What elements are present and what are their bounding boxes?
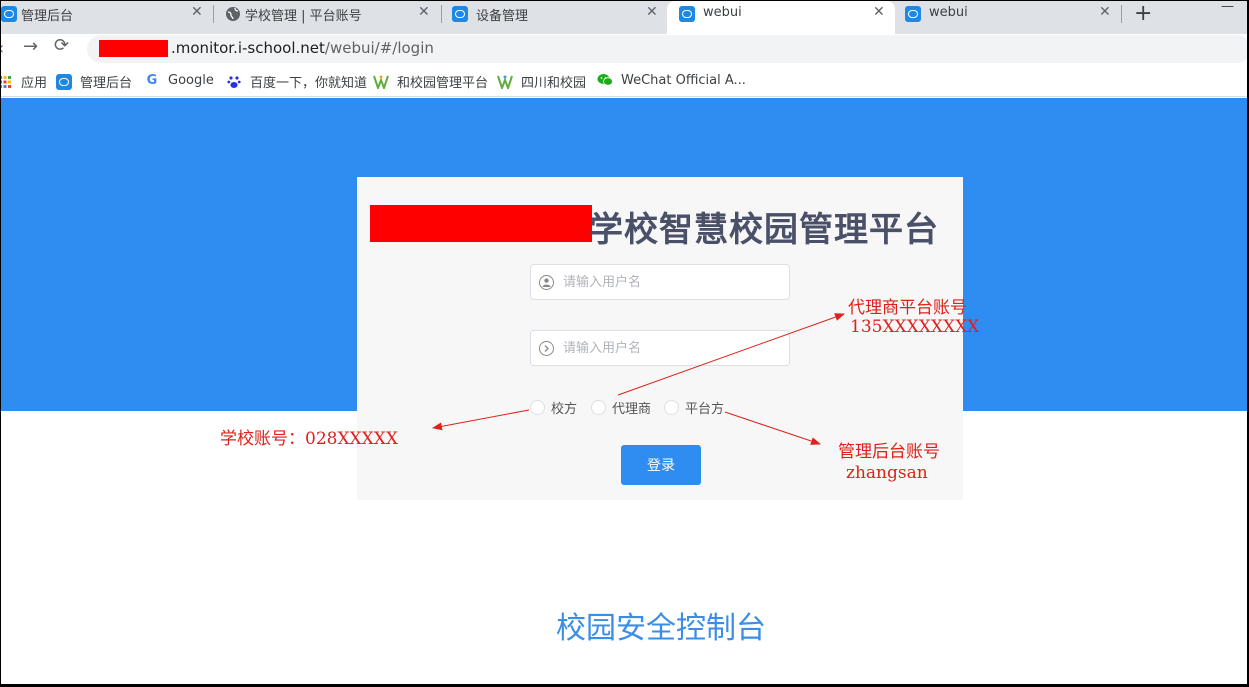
- username-field[interactable]: [530, 264, 790, 300]
- tab-title: 设备管理: [476, 9, 529, 24]
- annotation-agent-value: 135XXXXXXXX: [850, 317, 980, 337]
- bookmark-label: Google: [168, 72, 214, 88]
- apps-grid-icon: [1, 74, 13, 90]
- globe-icon: [225, 6, 241, 22]
- url-path: /webui/#/login: [324, 39, 434, 57]
- bookmark-label: 四川和校园: [521, 76, 587, 91]
- page-viewport: 学校智慧校园管理平台 校方 代理商: [1, 98, 1247, 684]
- role-radio-school[interactable]: 校方: [530, 398, 577, 417]
- annotation-school-account: 学校账号：028XXXXX: [220, 429, 398, 449]
- tab-divider: [1121, 5, 1122, 23]
- url-redaction: [99, 40, 168, 57]
- user-icon: [539, 275, 554, 290]
- bookmark-google[interactable]: G Google: [144, 72, 214, 88]
- bookmark-hexiaoyuan[interactable]: 和校园管理平台: [373, 72, 488, 91]
- title-redaction: [370, 205, 592, 242]
- radio-circle[interactable]: [530, 400, 545, 415]
- tab-divider: [213, 5, 214, 23]
- tab-school-management[interactable]: 学校管理 | 平台账号 ✕: [225, 1, 439, 27]
- browser-window: 管理后台 ✕ 学校管理 | 平台账号 ✕ 设备管理 ✕ webui ✕ webu…: [1, 1, 1247, 684]
- baidu-paw-icon: [226, 74, 242, 90]
- bookmarks-bar: 应用 管理后台 G Google 百度一下，你就知道 和校园管理平台 四川和校园…: [1, 64, 1247, 97]
- app-favicon-icon: [905, 6, 921, 22]
- role-radio-agent[interactable]: 代理商: [591, 398, 651, 417]
- login-button[interactable]: 登录: [621, 445, 701, 485]
- radio-circle[interactable]: [664, 400, 679, 415]
- tab-title: webui: [703, 5, 742, 20]
- page-title: 学校智慧校园管理平台: [589, 210, 939, 250]
- app-favicon-icon: [1, 6, 17, 22]
- browser-toolbar: ‹ → ⟳ .monitor.i-school.net/webui/#/logi…: [1, 34, 1247, 64]
- bookmark-label: 和校园管理平台: [397, 76, 489, 91]
- new-tab-button[interactable]: +: [1134, 1, 1152, 26]
- chevron-circle-icon: [539, 341, 554, 356]
- address-bar[interactable]: .monitor.i-school.net/webui/#/login: [87, 35, 1247, 63]
- tab-title: webui: [929, 5, 968, 20]
- app-favicon-icon: [56, 73, 72, 90]
- wechat-icon: [597, 72, 613, 88]
- footer-title: 校园安全控制台: [556, 611, 766, 646]
- app-favicon-icon: [452, 6, 468, 22]
- close-icon[interactable]: ✕: [418, 4, 430, 20]
- url-text: .monitor.i-school.net/webui/#/login: [171, 39, 434, 57]
- url-domain: .monitor.i-school.net: [171, 39, 325, 57]
- reload-icon[interactable]: ⟳: [54, 35, 69, 56]
- app-favicon-icon: [679, 6, 695, 22]
- tab-title: 管理后台: [21, 9, 74, 24]
- radio-label: 代理商: [612, 402, 652, 417]
- password-field[interactable]: [530, 330, 790, 366]
- close-icon[interactable]: ✕: [191, 4, 203, 20]
- bookmark-wechat[interactable]: WeChat Official A...: [597, 72, 746, 88]
- close-icon[interactable]: ✕: [873, 4, 885, 20]
- tab-strip: 管理后台 ✕ 学校管理 | 平台账号 ✕ 设备管理 ✕ webui ✕ webu…: [1, 1, 1247, 34]
- google-icon: G: [146, 72, 158, 88]
- forward-arrow-icon[interactable]: →: [23, 36, 38, 57]
- radio-label: 平台方: [685, 402, 725, 417]
- radio-label: 校方: [551, 402, 578, 417]
- close-icon[interactable]: ✕: [1099, 4, 1111, 20]
- role-radio-platform[interactable]: 平台方: [664, 398, 724, 417]
- bookmark-apps[interactable]: 应用: [1, 72, 47, 91]
- password-input[interactable]: [563, 337, 783, 359]
- hexiaoyuan-icon: [373, 74, 389, 90]
- bookmark-label: WeChat Official A...: [621, 72, 746, 88]
- hexiaoyuan-icon: [497, 74, 513, 90]
- minimize-button[interactable]: —: [1221, 1, 1234, 14]
- tab-webui-active[interactable]: webui ✕: [667, 1, 895, 34]
- bookmark-label: 管理后台: [80, 76, 133, 91]
- annotation-agent-title: 代理商平台账号: [848, 298, 967, 318]
- back-arrow-icon[interactable]: ‹: [1, 38, 4, 59]
- bookmark-label: 应用: [21, 76, 48, 91]
- bookmark-baidu[interactable]: 百度一下，你就知道: [226, 72, 367, 91]
- tab-webui[interactable]: webui ✕: [905, 1, 1117, 27]
- bookmark-sichuan-hexiaoyuan[interactable]: 四川和校园: [497, 72, 586, 91]
- radio-circle[interactable]: [591, 400, 606, 415]
- tab-device-management[interactable]: 设备管理 ✕: [452, 1, 664, 27]
- bookmark-label: 百度一下，你就知道: [250, 76, 368, 91]
- bookmark-admin[interactable]: 管理后台: [56, 72, 132, 91]
- annotation-admin-value: zhangsan: [846, 463, 928, 483]
- annotation-admin-title: 管理后台账号: [838, 442, 940, 462]
- tab-title: 学校管理 | 平台账号: [245, 9, 362, 24]
- tab-admin[interactable]: 管理后台 ✕: [1, 1, 213, 27]
- username-input[interactable]: [563, 271, 783, 293]
- close-icon[interactable]: ✕: [646, 4, 658, 20]
- tab-divider: [441, 5, 442, 23]
